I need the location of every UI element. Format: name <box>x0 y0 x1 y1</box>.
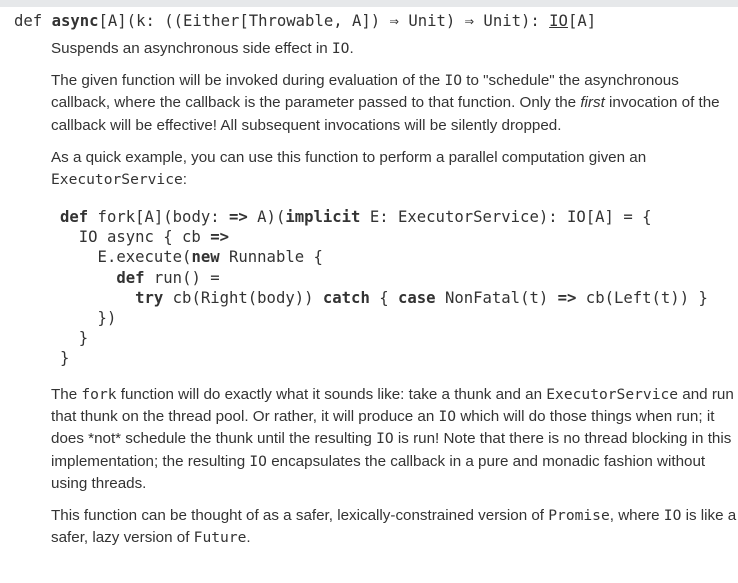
code-line: IO async { cb => <box>60 228 229 246</box>
text-run: . <box>246 529 251 547</box>
keyword: case <box>398 288 436 307</box>
text-run: The <box>51 385 82 403</box>
code-example: def fork[A](body: => A)(implicit E: Exec… <box>60 207 737 368</box>
keyword: def <box>116 268 145 287</box>
inline-code: ExecutorService <box>51 171 183 189</box>
text-run <box>60 269 116 287</box>
text-run: This function can be thought of as a saf… <box>51 506 549 524</box>
paragraph: The given function will be invoked durin… <box>51 70 737 137</box>
inline-code: fork <box>81 385 117 403</box>
inline-code: Future <box>193 529 247 547</box>
paragraph: This function can be thought of as a saf… <box>51 505 737 549</box>
text-run: , where <box>609 506 664 524</box>
text-run: cb(Right(body)) <box>163 288 323 307</box>
text-run: : <box>182 171 188 189</box>
description-paragraphs: Suspends an asynchronous side effect in … <box>51 38 737 191</box>
text-run: E.execute( <box>60 248 192 267</box>
inline-code: IO <box>376 430 394 448</box>
text-run: [A] <box>567 12 597 30</box>
text-run: cb(Left(t)) } <box>576 288 708 307</box>
method-signature: def async[A](k: ((Either[Throwable, A]) … <box>14 9 596 33</box>
text-run <box>60 289 135 307</box>
keyword: implicit <box>285 208 361 227</box>
method-description: Suspends an asynchronous side effect in … <box>51 38 737 559</box>
text-run: } <box>60 348 70 367</box>
text-run: Suspends an asynchronous side effect in <box>51 40 332 57</box>
inline-code: Promise <box>548 506 610 524</box>
keyword: new <box>191 248 220 267</box>
text-run: E: ExecutorService): IO[A] = { <box>360 208 652 227</box>
inline-code: IO <box>438 408 457 426</box>
text-run: Runnable { <box>219 248 323 267</box>
code-line: }) <box>60 308 117 327</box>
inline-code: IO <box>331 40 350 57</box>
code-line: } <box>60 329 88 347</box>
text-run: A)( <box>247 208 286 227</box>
keyword: catch <box>322 288 370 307</box>
text-run: . <box>349 40 354 57</box>
text-run: def <box>14 12 52 30</box>
code-line: try cb(Right(body)) catch { case NonFata… <box>60 289 708 307</box>
inline-code: ExecutorService <box>546 385 679 403</box>
text-run: fork[A](body: <box>88 208 229 227</box>
code-line: } <box>60 349 69 367</box>
paragraph: The fork function will do exactly what i… <box>51 384 737 495</box>
keyword: => <box>210 228 229 247</box>
paragraph: As a quick example, you can use this fun… <box>51 147 737 191</box>
keyword: def <box>60 208 89 227</box>
code-line: def run() = <box>60 268 220 287</box>
top-divider <box>0 0 738 7</box>
text-run: [A](k: ((Either[Throwable, A]) ⇒ Unit) ⇒… <box>98 12 550 30</box>
code-line: E.execute(new Runnable { <box>60 248 323 266</box>
inline-code: IO <box>249 452 267 470</box>
text-run: NonFatal(t) <box>435 288 558 307</box>
keyword: async <box>51 12 99 30</box>
text-run: }) <box>60 308 117 327</box>
text-run: { <box>369 288 399 307</box>
text-run: function will do exactly what it sounds … <box>116 385 547 403</box>
keyword: => <box>557 288 577 307</box>
io-type-link[interactable]: IO <box>549 12 568 30</box>
emphasis: first <box>580 94 605 112</box>
text-run: run() = <box>144 268 220 287</box>
inline-code: IO <box>663 506 682 524</box>
explanation-paragraphs: The fork function will do exactly what i… <box>51 384 737 549</box>
text-run: As a quick example, you can use this fun… <box>51 148 647 166</box>
text-run: IO async { cb <box>60 228 211 247</box>
keyword: try <box>135 288 164 307</box>
code-line: def fork[A](body: => A)(implicit E: Exec… <box>60 208 652 226</box>
keyword: => <box>229 208 248 227</box>
text-run: The given function will be invoked durin… <box>51 72 445 90</box>
paragraph: Suspends an asynchronous side effect in … <box>51 38 737 60</box>
text-run: } <box>60 328 89 347</box>
inline-code: IO <box>444 72 463 90</box>
